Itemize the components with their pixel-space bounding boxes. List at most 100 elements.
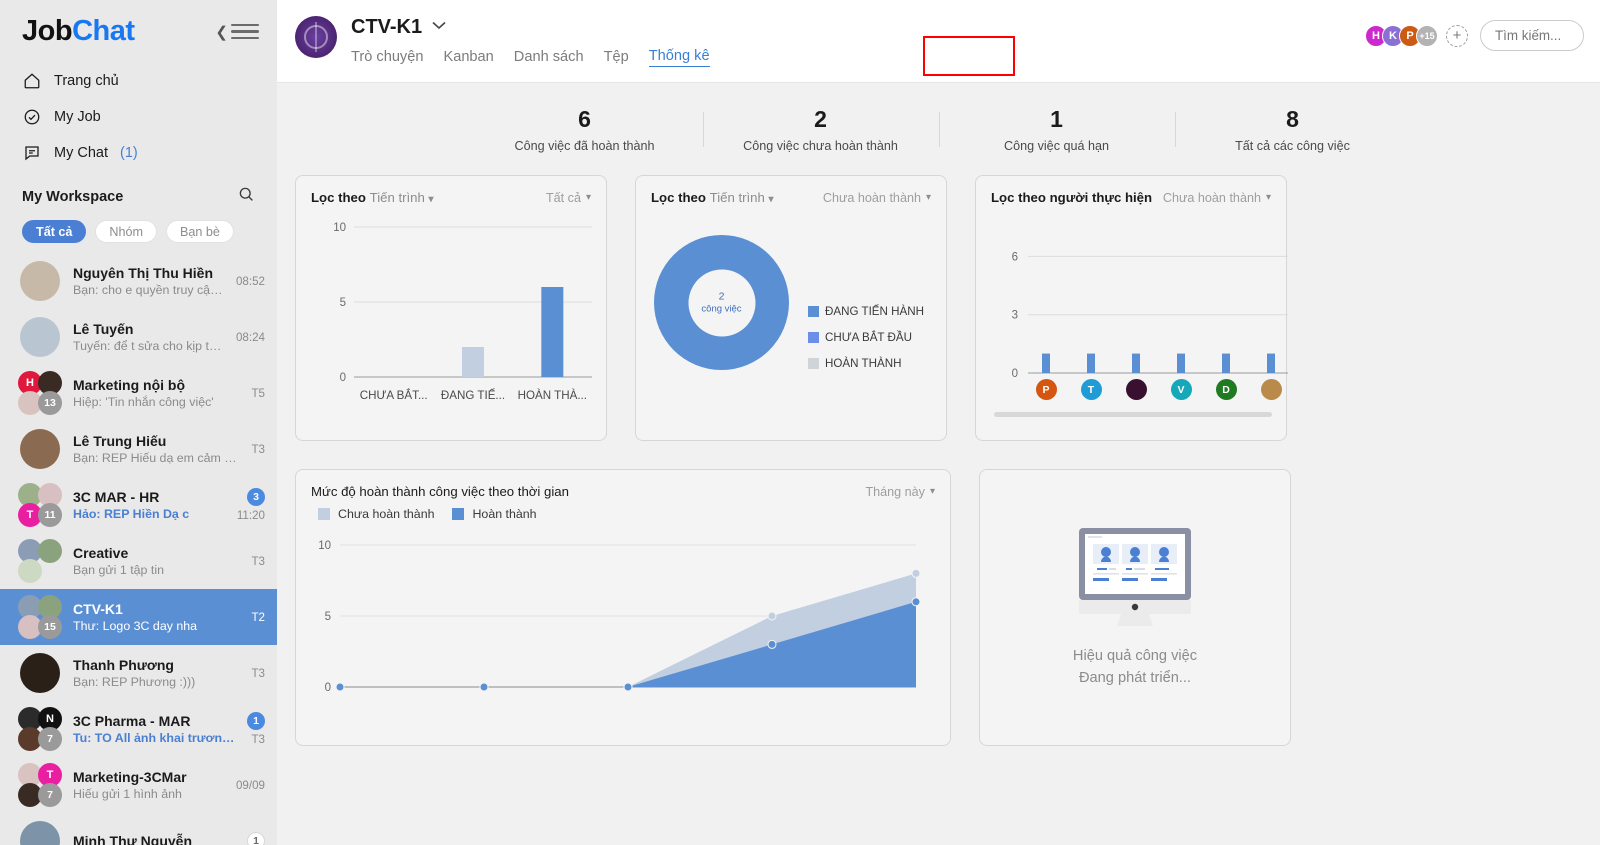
filter-chip-groups[interactable]: Nhóm [95, 220, 157, 243]
chat-list-item[interactable]: Minh Thư Nguyễn 1 [0, 813, 277, 845]
chat-list-item-meta: 1 T3 [247, 712, 265, 746]
chat-list[interactable]: Nguyên Thị Thu Hiền Bạn: cho e quyền truy… [0, 253, 277, 845]
data-point[interactable] [335, 682, 345, 692]
tab-chat[interactable]: Trò chuyện [351, 47, 423, 67]
statistics-content: 6 Công việc đã hoàn thành 2 Công việc ch… [277, 83, 1600, 845]
data-point[interactable] [911, 597, 921, 607]
chat-list-item-name: Lê Tuyến [73, 321, 134, 337]
chat-list-item-time: 11:20 [236, 509, 265, 522]
legend-item-complete[interactable]: Hoàn thành [452, 507, 537, 521]
data-point[interactable] [767, 611, 777, 621]
stat-completed-value: 6 [578, 105, 591, 132]
bar[interactable] [1087, 353, 1095, 373]
chat-list-item[interactable]: Lê Tuyến Tuyến: để t sửa cho kịp th... 08:… [0, 309, 277, 365]
legend-swatch [808, 358, 819, 369]
chat-list-item[interactable]: Creative Bạn gửi 1 tập tin T3 [0, 533, 277, 589]
page-title: CTV-K1 [351, 15, 423, 38]
progress-bar-filter-value: Tiến trình [369, 190, 425, 205]
bar[interactable] [1042, 353, 1050, 373]
chat-list-item-name: Lê Trung Hiếu [73, 433, 167, 449]
progress-donut-range-dropdown[interactable]: Chưa hoàn thành ▾ [823, 191, 931, 205]
chat-list-item-preview: Bạn: REP Hiếu dạ em cảm ơn, ... [73, 451, 241, 465]
progress-bar-card-header: Lọc theo Tiến trình ▾ Tất cả ▾ [296, 176, 606, 205]
app-logo[interactable]: JobChat [22, 15, 135, 48]
chat-list-item[interactable]: H 13 Marketing nội bộ Hiệp: 'Tin nhắn công … [0, 365, 277, 421]
assignee-avatar[interactable]: T [1080, 379, 1102, 400]
chevron-down-icon[interactable] [432, 21, 446, 33]
hamburger-icon [231, 23, 259, 40]
donut-ring[interactable]: 2 công việc [654, 235, 789, 370]
chat-list-item-meta: 08:24 [236, 331, 265, 344]
assignee-avatar-axis[interactable]: PTVD [976, 375, 1286, 405]
y-axis-tick: 6 [1012, 251, 1018, 263]
chat-list-item[interactable]: Nguyên Thị Thu Hiền Bạn: cho e quyền truy… [0, 253, 277, 309]
assignee-bar-chart[interactable]: 036 PTVD [976, 205, 1296, 427]
search-icon[interactable] [237, 185, 255, 208]
chat-list-item-time: T3 [251, 554, 265, 568]
chat-list-item[interactable]: Thanh Phương Bạn: REP Phương :))) T3 [0, 645, 277, 701]
legend-item-not-started[interactable]: CHƯA BẮT ĐẦU [808, 331, 924, 344]
legend-item-in-progress[interactable]: ĐANG TIẾN HÀNH [808, 305, 924, 318]
chat-list-item-preview: Thư: Logo 3C day nha [73, 619, 198, 633]
tab-statistics[interactable]: Thống kê [648, 46, 710, 67]
bar[interactable] [1177, 353, 1185, 373]
data-point[interactable] [767, 639, 777, 649]
sidebar-item-home[interactable]: Trang chủ [0, 63, 277, 99]
chevron-down-icon: ▾ [428, 194, 434, 205]
legend-item-completed[interactable]: HOÀN THÀNH [808, 357, 924, 370]
assignee-avatar[interactable]: V [1170, 379, 1192, 400]
filter-chip-all[interactable]: Tất cả [22, 220, 87, 243]
sidebar-item-mychat[interactable]: My Chat (1) [0, 135, 277, 171]
chat-list-item-preview: Bạn: REP Phương :))) [73, 675, 196, 689]
assignee-horizontal-scrollbar[interactable] [994, 412, 1272, 417]
progress-bar-chart[interactable]: 0 5 10 CHƯA BẮT... ĐANG TIẾ... HOÀN THÀ... [296, 205, 606, 427]
chat-list-item[interactable]: T 11 3C MAR - HR Hảo: REP Hiền Dạ c 3 11:20 [0, 477, 277, 533]
progress-donut-chart[interactable]: 2 công việc ĐANG TIẾN HÀNH CHƯA BẮT ĐẦU … [636, 205, 946, 427]
timeline-title: Mức độ hoàn thành công việc theo thời gi… [311, 484, 569, 499]
timeline-area-chart[interactable]: 0 5 10 [296, 521, 950, 721]
data-point[interactable] [623, 682, 633, 692]
participant-avatar[interactable]: +15 [1416, 24, 1438, 47]
assignee-avatar[interactable]: D [1215, 379, 1237, 400]
progress-bar-filter[interactable]: Lọc theo Tiến trình ▾ [311, 190, 434, 205]
tab-kanban[interactable]: Kanban [443, 47, 493, 67]
timeline-range-dropdown[interactable]: Tháng này ▾ [865, 485, 935, 499]
filter-chip-friends[interactable]: Bạn bè [166, 220, 234, 243]
participant-avatars[interactable]: H K P +15 [1365, 24, 1438, 47]
bar[interactable] [1132, 353, 1140, 373]
chat-list-item-text: Marketing-3CMar Hiếu gửi 1 hình ảnh [73, 769, 225, 801]
plus-icon[interactable]: + [1446, 24, 1468, 47]
legend-item-incomplete[interactable]: Chưa hoàn thành [318, 507, 434, 521]
tab-list[interactable]: Danh sách [514, 47, 584, 67]
y-axis-tick: 10 [333, 222, 346, 234]
data-point[interactable] [911, 568, 921, 578]
data-point[interactable] [479, 682, 489, 692]
bar[interactable] [1222, 353, 1230, 373]
bar[interactable] [1267, 353, 1275, 373]
avatar: 15 [18, 595, 62, 639]
chat-list-item-time: 08:52 [235, 274, 265, 288]
collapse-sidebar-button[interactable]: ❮ [215, 23, 259, 41]
tab-files[interactable]: Tệp [604, 47, 629, 67]
assignee-avatar[interactable] [1125, 379, 1147, 400]
chat-list-item[interactable]: Lê Trung Hiếu Bạn: REP Hiếu dạ em cảm ơn,… [0, 421, 277, 477]
sidebar-item-myjob[interactable]: My Job [0, 99, 277, 135]
chat-list-item-time: 08:24 [235, 330, 265, 344]
assignee-avatar[interactable]: P [1035, 379, 1057, 400]
logo-job-text: Job [22, 15, 73, 47]
chat-list-item[interactable]: 15 CTV-K1 Thư: Logo 3C day nha T2 [0, 589, 277, 645]
assignee-range-dropdown[interactable]: Chưa hoàn thành ▾ [1163, 191, 1271, 205]
chat-list-item-preview: Hảo: REP Hiền Dạ c [73, 507, 190, 521]
progress-bar-range-dropdown[interactable]: Tất cả ▾ [546, 191, 591, 205]
performance-card: Hiệu quả công việc Đang phát triển... [979, 469, 1291, 746]
avatar [18, 315, 62, 359]
assignee-avatar[interactable] [1260, 379, 1282, 400]
progress-donut-filter[interactable]: Lọc theo Tiến trình ▾ [651, 190, 774, 205]
unread-badge: 1 [247, 832, 265, 845]
bar[interactable] [462, 347, 484, 377]
search-input[interactable]: Tìm kiếm... [1480, 20, 1584, 51]
chat-list-item[interactable]: N 7 3C Pharma - MAR Tu: TO All ảnh khai trư… [0, 701, 277, 757]
assignee-card: Lọc theo người thực hiện Chưa hoàn thành… [975, 175, 1296, 441]
bar[interactable] [541, 287, 564, 377]
chat-list-item[interactable]: T 7 Marketing-3CMar Hiếu gửi 1 hình ảnh 09/0… [0, 757, 277, 813]
